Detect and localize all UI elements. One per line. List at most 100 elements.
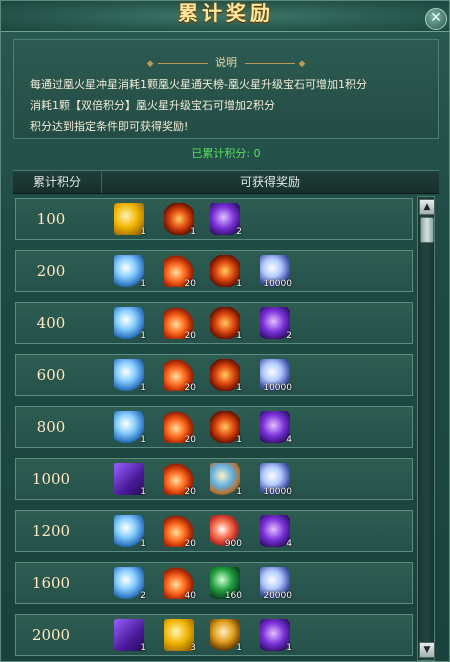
item-count: 1 (140, 279, 146, 289)
item-count: 1 (140, 435, 146, 445)
item-count: 1 (140, 643, 146, 653)
item-count: 1 (286, 643, 292, 653)
red-gem-icon[interactable]: 900 (210, 515, 242, 549)
score-threshold: 1600 (31, 574, 71, 592)
purple-gem-icon[interactable]: 4 (260, 411, 292, 445)
spirit-orb-icon[interactable]: 10000 (260, 255, 292, 289)
item-count: 1 (236, 279, 242, 289)
description-heading-label: 说明 (215, 56, 237, 69)
flame-shard-icon[interactable]: 20 (164, 411, 196, 445)
item-count: 40 (184, 591, 196, 601)
score-threshold: 800 (36, 418, 66, 436)
reward-row: 600 1 20 1 10000 (15, 354, 413, 396)
divider (244, 62, 295, 64)
item-count: 1 (236, 487, 242, 497)
item-count: 4 (286, 435, 292, 445)
score-threshold: 1200 (31, 522, 71, 540)
item-count: 20 (184, 279, 196, 289)
reward-row: 200 1 20 1 10000 (15, 250, 413, 292)
description-box: ◆ 说明 ◆ 每通过凰火星冲星消耗1颗凰火星通天榜-凰火星升级宝石可增加1积分 … (13, 39, 439, 139)
flame-shard-icon[interactable]: 20 (164, 515, 196, 549)
item-count: 1 (140, 331, 146, 341)
item-count: 20000 (263, 591, 292, 601)
item-count: 1 (140, 539, 146, 549)
table-header: 累计积分 可获得奖励 (13, 170, 439, 194)
item-count: 3 (190, 643, 196, 653)
green-orb-icon[interactable]: 160 (210, 567, 242, 601)
reward-row: 100 1 1 2 (15, 198, 413, 240)
flame-shard-icon[interactable]: 20 (164, 359, 196, 393)
item-count: 1 (140, 383, 146, 393)
reward-row: 800 1 20 1 4 (15, 406, 413, 448)
purple-gem-icon[interactable]: 1 (260, 619, 292, 653)
ice-crystal-icon[interactable]: 1 (114, 515, 146, 549)
item-count: 2 (286, 331, 292, 341)
purple-gem-icon[interactable]: 2 (210, 203, 242, 237)
reward-row: 1000 1 20 1 10000 (15, 458, 413, 500)
item-count: 1 (190, 227, 196, 237)
column-header-rewards: 可获得奖励 (239, 175, 300, 189)
spirit-orb-icon[interactable]: 10000 (260, 463, 292, 497)
flame-shard-icon[interactable]: 40 (164, 567, 196, 601)
ice-crystal-icon[interactable]: 1 (114, 411, 146, 445)
item-count: 1 (236, 643, 242, 653)
score-threshold: 200 (36, 262, 66, 280)
scrollbar-thumb[interactable] (420, 217, 434, 243)
purple-gem-icon[interactable]: 2 (260, 307, 292, 341)
fire-coin-icon[interactable]: 1 (210, 307, 242, 341)
description-line: 每通过凰火星冲星消耗1颗凰火星通天榜-凰火星升级宝石可增加1积分 (30, 78, 367, 91)
close-button[interactable]: ✕ (425, 8, 447, 30)
item-count: 20 (184, 539, 196, 549)
ice-crystal-icon[interactable]: 1 (114, 307, 146, 341)
amber-stone-icon[interactable]: 1 (210, 619, 242, 653)
item-count: 2 (236, 227, 242, 237)
item-count: 160 (224, 591, 242, 601)
divider (157, 62, 208, 64)
reward-row: 1200 1 20 900 4 (15, 510, 413, 552)
item-count: 10000 (263, 487, 292, 497)
gold-rune-icon[interactable]: 1 (114, 203, 146, 237)
item-count: 1 (140, 487, 146, 497)
fire-coin-icon[interactable]: 1 (210, 359, 242, 393)
item-count: 20 (184, 331, 196, 341)
item-count: 1 (236, 331, 242, 341)
fire-coin-icon[interactable]: 1 (164, 203, 196, 237)
ice-crystal-icon[interactable]: 2 (114, 567, 146, 601)
item-count: 10000 (263, 383, 292, 393)
score-threshold: 2000 (31, 626, 71, 644)
title-bar: 累计奖励 ✕ (1, 1, 449, 32)
score-threshold: 600 (36, 366, 66, 384)
ice-crystal-icon[interactable]: 1 (114, 255, 146, 289)
flame-shard-icon[interactable]: 20 (164, 463, 196, 497)
item-count: 2 (140, 591, 146, 601)
score-threshold: 400 (36, 314, 66, 332)
scroll-up-arrow-icon[interactable]: ▲ (419, 199, 435, 215)
fire-coin-icon[interactable]: 1 (210, 411, 242, 445)
item-count: 4 (286, 539, 292, 549)
flame-shard-icon[interactable]: 20 (164, 255, 196, 289)
spirit-orb-icon[interactable]: 20000 (260, 567, 292, 601)
scrollbar[interactable]: ▲ ▼ (417, 196, 435, 661)
diamond-ornament-icon: ◆ (298, 59, 306, 69)
scroll-icon[interactable]: 1 (210, 463, 242, 497)
accumulated-score: 已累计积分: 0 (191, 147, 261, 160)
flame-shard-icon[interactable]: 20 (164, 307, 196, 341)
purple-box-icon[interactable]: 1 (114, 619, 146, 653)
description-heading: ◆ 说明 ◆ (14, 54, 438, 70)
reward-row: 1600 2 40 160 20000 (15, 562, 413, 604)
fire-coin-icon[interactable]: 1 (210, 255, 242, 289)
score-threshold: 100 (36, 210, 66, 228)
purple-gem-icon[interactable]: 4 (260, 515, 292, 549)
gold-rune-icon[interactable]: 3 (164, 619, 196, 653)
scroll-down-arrow-icon[interactable]: ▼ (419, 642, 435, 658)
item-count: 1 (236, 435, 242, 445)
item-count: 20 (184, 383, 196, 393)
purple-box-icon[interactable]: 1 (114, 463, 146, 497)
item-count: 20 (184, 487, 196, 497)
ice-crystal-icon[interactable]: 1 (114, 359, 146, 393)
item-count: 20 (184, 435, 196, 445)
reward-list: 100 1 1 2 200 1 20 1 10000 400 1 20 1 2 600 1 20 1 10000 80… (13, 194, 416, 661)
spirit-orb-icon[interactable]: 10000 (260, 359, 292, 393)
diamond-ornament-icon: ◆ (146, 59, 154, 69)
reward-panel: 累计奖励 ✕ ◆ 说明 ◆ 每通过凰火星冲星消耗1颗凰火星通天榜-凰火星升级宝石… (0, 0, 450, 662)
